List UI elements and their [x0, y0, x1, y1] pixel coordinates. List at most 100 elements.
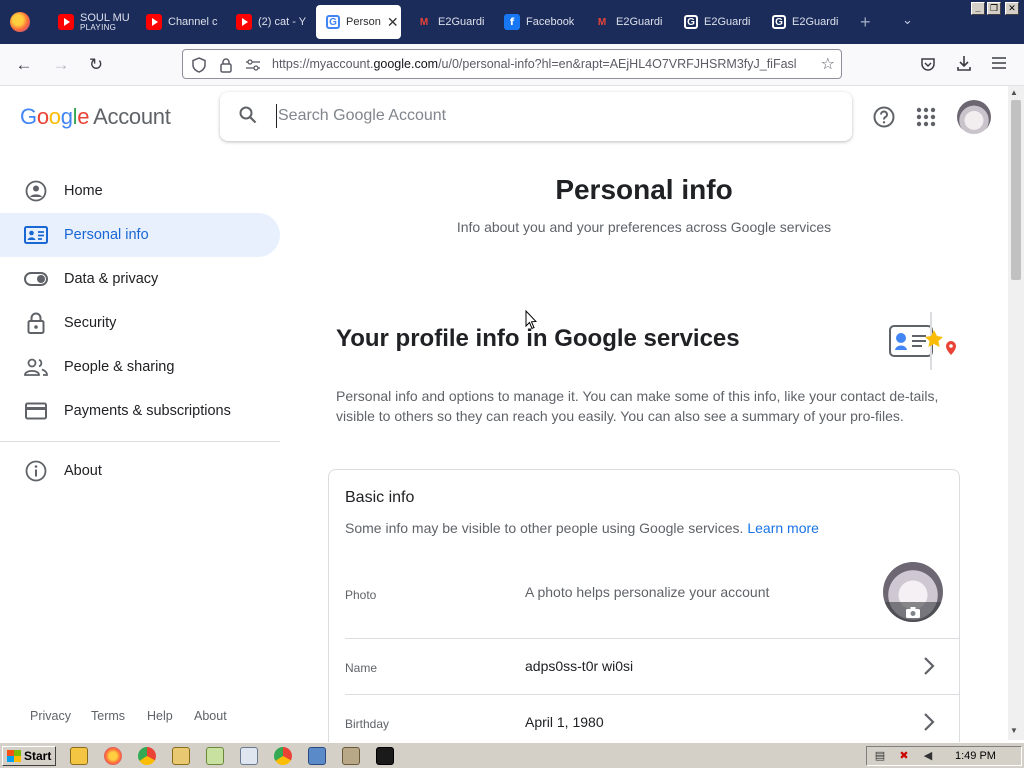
- mouse-pointer-icon: [525, 310, 537, 330]
- taskbar-chrome-icon[interactable]: [274, 747, 292, 765]
- sidebar-item-label: People & sharing: [64, 359, 175, 375]
- sidebar-item-label: Security: [64, 315, 117, 331]
- forward-arrow-icon[interactable]: →: [50, 54, 72, 76]
- help-icon[interactable]: [873, 106, 895, 128]
- tab-close-icon[interactable]: ✕: [387, 14, 399, 31]
- minimize-window-icon[interactable]: _: [971, 2, 985, 15]
- firefox-menu-icon[interactable]: [10, 12, 30, 32]
- sidebar-item-label: Data & privacy: [64, 271, 159, 287]
- windows-flag-icon: [7, 750, 21, 762]
- footer-terms-link[interactable]: Terms: [91, 709, 125, 723]
- lock-icon[interactable]: [219, 57, 233, 73]
- sidebar-divider: [0, 441, 280, 442]
- tray-network-icon[interactable]: ▤: [873, 750, 887, 763]
- quicklaunch-media-icon[interactable]: [70, 747, 88, 765]
- footer-about-link[interactable]: About: [194, 709, 227, 723]
- quicklaunch-folder-icon[interactable]: [172, 747, 190, 765]
- hamburger-menu-icon[interactable]: [992, 57, 1006, 69]
- permissions-sliders-icon[interactable]: [245, 58, 261, 72]
- tray-volume-icon[interactable]: ◀: [921, 750, 935, 763]
- page-scrollbar[interactable]: ▲ ▼: [1008, 86, 1024, 740]
- quicklaunch-chrome-icon[interactable]: [138, 747, 156, 765]
- start-button[interactable]: Start: [2, 746, 56, 766]
- profile-photo[interactable]: [883, 562, 943, 622]
- account-circle-icon: [24, 179, 48, 203]
- reload-icon[interactable]: ↻: [85, 54, 107, 76]
- learn-more-link[interactable]: Learn more: [747, 520, 819, 536]
- list-all-tabs-chevron-icon[interactable]: ⌄: [902, 12, 913, 28]
- bookmark-star-icon[interactable]: ☆: [821, 54, 835, 74]
- pocket-icon[interactable]: [920, 56, 936, 72]
- downloads-icon[interactable]: [956, 55, 972, 72]
- taskbar-clock[interactable]: 1:49 PM: [955, 750, 996, 762]
- facebook-icon: f: [504, 14, 520, 30]
- account-avatar[interactable]: [957, 100, 991, 134]
- id-card-icon: [24, 223, 48, 247]
- quicklaunch-explorer-icon[interactable]: [206, 747, 224, 765]
- row-label: Name: [345, 661, 378, 675]
- quicklaunch-calculator-icon[interactable]: [240, 747, 258, 765]
- sidebar-item-personal-info[interactable]: Personal info: [0, 213, 280, 257]
- sidebar-item-label: Personal info: [64, 227, 149, 243]
- footer-privacy-link[interactable]: Privacy: [30, 709, 71, 723]
- card-description: Some info may be visible to other people…: [345, 520, 819, 536]
- google-apps-grid-icon[interactable]: [915, 106, 937, 128]
- name-row[interactable]: Name adps0ss-t0r wi0si: [345, 639, 960, 695]
- lock-icon: [24, 311, 48, 335]
- footer-help-link[interactable]: Help: [147, 709, 173, 723]
- tab-e2guardian-4[interactable]: G E2Guardi: [762, 6, 850, 38]
- section-title: Your profile info in Google services: [336, 325, 740, 352]
- tab-e2guardian-2[interactable]: M E2Guardi: [584, 6, 672, 38]
- quicklaunch-firefox-icon[interactable]: [104, 747, 122, 765]
- tab-e2guardian-3[interactable]: G E2Guardi: [674, 6, 762, 38]
- scrollbar-thumb[interactable]: [1011, 100, 1021, 280]
- tab-label: E2Guardi: [616, 16, 663, 28]
- search-icon[interactable]: [239, 106, 257, 124]
- section-description: Personal info and options to manage it. …: [336, 388, 939, 424]
- tab-personal-info[interactable]: G Person ✕: [316, 5, 401, 39]
- tracking-protection-shield-icon[interactable]: [191, 57, 207, 73]
- os-taskbar: Start ▤ ✖ ◀ 1:49 PM: [0, 742, 1024, 768]
- address-bar[interactable]: https://myaccount.google.com/u/0/persona…: [182, 49, 842, 79]
- tray-security-icon[interactable]: ✖: [897, 750, 911, 763]
- basic-info-card: Basic info Some info may be visible to o…: [328, 469, 960, 759]
- photo-row[interactable]: Photo A photo helps personalize your acc…: [345, 558, 960, 638]
- row-value: adps0ss-t0r wi0si: [525, 658, 634, 674]
- chevron-right-icon: [924, 657, 935, 675]
- sidebar-item-payments[interactable]: Payments & subscriptions: [0, 389, 280, 433]
- sidebar-item-data-privacy[interactable]: Data & privacy: [0, 257, 280, 301]
- youtube-icon: [236, 14, 252, 30]
- taskbar-network-icon[interactable]: [342, 747, 360, 765]
- browser-navigation-bar: ← → ↻ https://myaccount.google.com/u/0/p…: [0, 44, 1024, 86]
- scroll-up-arrow-icon[interactable]: ▲: [1010, 88, 1018, 97]
- tab-e2guardian-1[interactable]: M E2Guardi: [406, 6, 494, 38]
- scroll-down-arrow-icon[interactable]: ▼: [1010, 726, 1018, 735]
- google-account-logo[interactable]: Google Account: [20, 104, 171, 130]
- sidebar-item-about[interactable]: About: [0, 449, 280, 493]
- info-icon: [24, 459, 48, 483]
- tab-facebook[interactable]: f Facebook: [494, 6, 582, 38]
- tab-soul-music[interactable]: SOUL MU PLAYING: [48, 6, 136, 38]
- credit-card-icon: [24, 399, 48, 423]
- sidebar-item-security[interactable]: Security: [0, 301, 280, 345]
- tab-label: (2) cat - Y: [258, 16, 307, 28]
- row-label: Photo: [345, 588, 377, 602]
- restore-window-icon[interactable]: ❐: [987, 2, 1001, 15]
- sidebar-item-home[interactable]: Home: [0, 169, 280, 213]
- tab-label: Person: [346, 16, 381, 28]
- close-window-icon[interactable]: ✕: [1005, 2, 1019, 15]
- back-arrow-icon[interactable]: ←: [13, 54, 35, 76]
- profile-card-illustration-icon: [889, 312, 956, 370]
- sidebar-item-people-sharing[interactable]: People & sharing: [0, 345, 280, 389]
- tab-channel[interactable]: Channel c: [136, 6, 224, 38]
- tab-cat-video[interactable]: (2) cat - Y: [226, 6, 314, 38]
- sidebar-item-label: Home: [64, 183, 103, 199]
- search-input[interactable]: [276, 104, 816, 128]
- taskbar-monitor-icon[interactable]: [308, 747, 326, 765]
- tab-label: E2Guardi: [438, 16, 485, 28]
- sidebar-item-label: About: [64, 463, 102, 479]
- new-tab-plus-icon[interactable]: +: [860, 12, 871, 33]
- taskbar-command-prompt-icon[interactable]: [376, 747, 394, 765]
- row-value: A photo helps personalize your account: [525, 584, 770, 600]
- tab-label: Channel c: [168, 16, 218, 28]
